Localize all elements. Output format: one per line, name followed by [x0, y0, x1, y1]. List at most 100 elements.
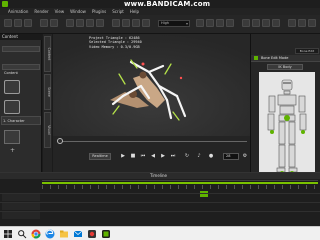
- timeline-track[interactable]: [0, 211, 320, 220]
- edge-icon[interactable]: [45, 229, 55, 239]
- menu-render[interactable]: Render: [31, 9, 51, 14]
- bone-right-forearm[interactable]: [299, 113, 307, 131]
- side-tab-strip: Content Scene Visual: [43, 34, 52, 172]
- timeline-track[interactable]: [0, 202, 320, 211]
- first-frame-icon[interactable]: ⏮: [139, 153, 147, 160]
- physics-icon[interactable]: [272, 19, 280, 27]
- track-label: [2, 203, 40, 210]
- menu-animation[interactable]: Animation: [0, 9, 31, 14]
- ik-target[interactable]: [179, 76, 183, 80]
- bone-left-forearm[interactable]: [267, 113, 275, 131]
- folder-thumbnail[interactable]: [4, 80, 20, 94]
- bone-head[interactable]: [281, 79, 293, 91]
- content-thumbnail[interactable]: [4, 130, 20, 144]
- tab-visual[interactable]: Visual: [44, 112, 51, 148]
- bone-selector[interactable]: [259, 72, 315, 184]
- tab-content[interactable]: Content: [44, 36, 51, 72]
- content-panel-title: Content: [2, 34, 18, 39]
- bone-edit-header[interactable]: Bone Edit Mode: [251, 55, 320, 62]
- bone-left-thigh[interactable]: [278, 121, 286, 145]
- add-icon[interactable]: +: [10, 147, 15, 154]
- tab-scene[interactable]: Scene: [44, 74, 51, 110]
- bone-chest[interactable]: [277, 94, 297, 106]
- iclone-icon[interactable]: [101, 229, 111, 239]
- chrome-icon[interactable]: [31, 229, 41, 239]
- light-icon[interactable]: [122, 19, 130, 27]
- next-frame-icon[interactable]: ▶: [159, 153, 167, 160]
- new-project-icon[interactable]: [4, 19, 12, 27]
- grid-icon[interactable]: [196, 19, 204, 27]
- bone-right-thigh[interactable]: [288, 121, 296, 145]
- loop-icon[interactable]: ↻: [183, 153, 191, 160]
- bone-left-arm[interactable]: [268, 95, 276, 113]
- panel-right-icon[interactable]: [298, 19, 306, 27]
- menu-help[interactable]: Help: [127, 9, 142, 14]
- panel-toggle-icon[interactable]: [288, 19, 296, 27]
- tree-item-label: 1. Character: [3, 119, 25, 123]
- bone-left-shin[interactable]: [278, 144, 286, 168]
- windows-start-icon[interactable]: [3, 229, 13, 239]
- last-frame-icon[interactable]: ⏭: [169, 153, 177, 160]
- scale-tool-icon[interactable]: [96, 19, 104, 27]
- scrub-handle[interactable]: [57, 138, 63, 144]
- bone-edit-panel: Bone Edit Bone Edit Mode IK Body: [250, 34, 320, 221]
- ik-target[interactable]: [141, 62, 145, 66]
- panel-close-icon[interactable]: [308, 19, 316, 27]
- wireframe-icon[interactable]: [216, 19, 224, 27]
- bone-edit-checkbox[interactable]: [254, 56, 258, 60]
- main-toolbar: High: [0, 15, 320, 34]
- file-explorer-icon[interactable]: [59, 229, 69, 239]
- redo-icon[interactable]: [50, 19, 58, 27]
- folder-thumbnail[interactable]: [4, 100, 20, 114]
- content-path-row[interactable]: [2, 64, 40, 70]
- frame-number-field[interactable]: 28: [223, 153, 239, 160]
- render-icon[interactable]: [132, 19, 140, 27]
- bone-edit-mode-label: Bone Edit Mode: [261, 56, 289, 60]
- bone-right-shin[interactable]: [288, 144, 296, 168]
- bone-pelvis-selected[interactable]: [284, 115, 290, 121]
- content-category-row[interactable]: [2, 46, 40, 52]
- timeline-title: Timeline: [150, 173, 168, 178]
- right-hand-effector[interactable]: [301, 130, 305, 134]
- settings-icon[interactable]: ⚙: [241, 153, 249, 160]
- bone-right-arm[interactable]: [298, 95, 306, 113]
- timeline-panel: Timeline: [0, 172, 320, 226]
- timeline-range-bar[interactable]: [42, 182, 318, 184]
- rotate-tool-icon[interactable]: [86, 19, 94, 27]
- left-hand-effector[interactable]: [270, 130, 274, 134]
- selected-triangle-count: Selected Triangle : 29940: [89, 40, 142, 45]
- camera-icon[interactable]: [112, 19, 120, 27]
- move-tool-icon[interactable]: [76, 19, 84, 27]
- menu-view[interactable]: View: [52, 9, 68, 14]
- shading-icon[interactable]: [226, 19, 234, 27]
- layer-icon[interactable]: [252, 19, 260, 27]
- search-icon[interactable]: [17, 229, 27, 239]
- ik-body-button[interactable]: IK Body: [267, 64, 303, 70]
- stop-icon[interactable]: ■: [129, 153, 137, 160]
- gizmo-icon[interactable]: [206, 19, 214, 27]
- menu-plugins[interactable]: Plugins: [89, 9, 109, 14]
- preview-icon[interactable]: [142, 19, 150, 27]
- timeline-track[interactable]: [0, 193, 320, 202]
- volume-icon[interactable]: ♪: [195, 153, 203, 160]
- realtime-button[interactable]: Realtime: [89, 153, 111, 160]
- tab-bone-edit[interactable]: Bone Edit: [295, 48, 319, 54]
- bone-figure: [267, 79, 307, 175]
- bandicam-icon[interactable]: [87, 229, 97, 239]
- motion-icon[interactable]: [262, 19, 270, 27]
- bone-icon[interactable]: [242, 19, 250, 27]
- quality-select[interactable]: High: [158, 20, 190, 27]
- scrub-track[interactable]: [59, 141, 247, 142]
- bone-spine[interactable]: [279, 105, 295, 115]
- 3d-viewport[interactable]: Project Triangle : 62486 Selected Triang…: [53, 34, 250, 136]
- menu-script[interactable]: Script: [109, 9, 127, 14]
- play-icon[interactable]: ▶: [119, 153, 127, 160]
- save-project-icon[interactable]: [24, 19, 32, 27]
- select-tool-icon[interactable]: [66, 19, 74, 27]
- prev-frame-icon[interactable]: ◀: [149, 153, 157, 160]
- undo-icon[interactable]: [40, 19, 48, 27]
- menu-window[interactable]: Window: [67, 9, 89, 14]
- record-icon[interactable]: ●: [207, 153, 215, 160]
- mail-icon[interactable]: [73, 229, 83, 239]
- open-project-icon[interactable]: [14, 19, 22, 27]
